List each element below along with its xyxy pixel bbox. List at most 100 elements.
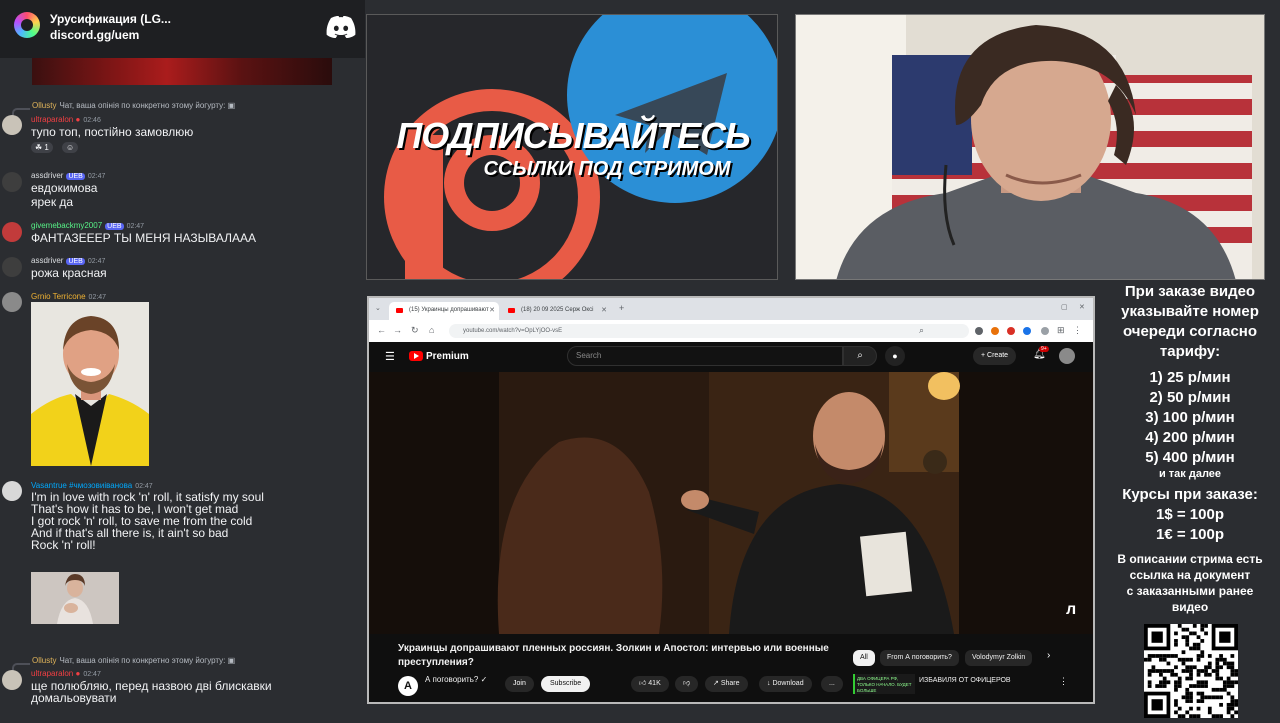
channel-avatar[interactable]: А <box>398 676 418 696</box>
reply-text: Чат, ваша опінія по конкретно этому йогу… <box>59 101 226 110</box>
timestamp: 02:47 <box>126 223 145 230</box>
puzzle-icon[interactable]: ⊞ <box>1057 325 1065 336</box>
message-line: ярек да <box>31 195 74 209</box>
promo-title: ПОДПИСЫВАЙТЕСЬ <box>396 115 750 156</box>
create-button[interactable]: + Create <box>973 347 1017 365</box>
tariff-line: 5) 400 р/мин <box>1145 449 1235 466</box>
tab-youtube-video[interactable]: (15) Украинцы допрашивают ✕ <box>389 302 499 320</box>
close-tab-icon[interactable]: ✕ <box>601 306 607 314</box>
channel-name[interactable]: А поговорить? ✓ <box>425 675 487 684</box>
window-close-icon[interactable]: ✕ <box>1079 303 1085 311</box>
account-avatar[interactable] <box>1059 348 1075 364</box>
close-tab-icon[interactable]: ✕ <box>489 306 495 314</box>
reply-preview[interactable]: Ollusty Чат, ваша опінія по конкретно это… <box>32 101 235 110</box>
username[interactable]: ultraparalon ● 02:46 <box>31 115 101 124</box>
reaction-count: 1 <box>44 143 49 152</box>
thumbs-down-icon: 👎︎ <box>683 680 691 687</box>
avatar[interactable] <box>2 481 22 501</box>
search-icon: ⌕ <box>857 350 863 361</box>
dislike-button[interactable]: 👎︎ <box>675 676 699 692</box>
video-player[interactable]: ᴫ <box>369 372 1093 634</box>
avatar[interactable] <box>2 670 22 690</box>
recommended-menu-icon[interactable]: ⋮ <box>1059 676 1068 687</box>
home-icon[interactable]: ⌂ <box>429 325 434 335</box>
youtube-logo-icon[interactable] <box>409 351 423 361</box>
profile-icon[interactable] <box>1041 327 1049 335</box>
address-bar: ← → ↻ ⌂ youtube.com/watch?v=OpLYjOO-vsE … <box>369 320 1093 342</box>
voice-search-button[interactable]: ● <box>885 346 905 366</box>
description-line: с заказанными ранее <box>1126 584 1254 598</box>
username[interactable]: assdriver UEB 02:47 <box>31 171 105 180</box>
recommended-thumbnail[interactable]: ДВА ОФИЦЕРА РФ, ТОЛЬКО НАЧАЛО. БУДЕТ БОЛ… <box>853 674 915 694</box>
qr-code-icon <box>1144 624 1238 718</box>
message-image[interactable] <box>31 572 119 624</box>
rate-line: 1$ = 100р <box>1156 506 1224 523</box>
avatar[interactable] <box>2 257 22 277</box>
message-text: ФАНТАЗЕЕЕР ТЫ МЕНЯ НАЗЫВАЛААА <box>31 231 257 245</box>
role-badge: UEB <box>105 223 124 230</box>
username[interactable]: givemebackmy2007 UEB 02:47 <box>31 221 144 230</box>
timestamp: 02:46 <box>83 117 101 124</box>
chip-all[interactable]: All <box>853 650 875 666</box>
extension-icon[interactable] <box>975 327 983 335</box>
thumbs-up-icon: 👍︎ <box>639 680 647 687</box>
recommended-title[interactable]: ИЗБАВИЛЯ ОТ ОФИЦЕРОВ <box>919 677 1011 684</box>
username[interactable]: Grnio Terricone 02:47 <box>31 292 106 301</box>
username[interactable]: ultraparalon ● 02:47 <box>31 669 101 678</box>
avatar[interactable] <box>2 115 22 135</box>
order-text-line: очереди согласно <box>1122 323 1258 340</box>
chip-volodymyr-zolkin[interactable]: Volodymyr Zolkin <box>965 650 1033 666</box>
extension-icon[interactable] <box>991 327 999 335</box>
search-input[interactable]: Search <box>567 346 843 366</box>
username[interactable]: Vasantrue #чмозовиіванова 02:47 <box>31 481 153 490</box>
username-text: ultraparalon <box>31 115 74 124</box>
download-button[interactable]: ↓ Download <box>759 676 812 692</box>
tariff-line: 1) 25 р/мин <box>1149 369 1231 386</box>
zoom-icon[interactable]: ⌕ <box>919 325 924 336</box>
share-button[interactable]: ↗ Share <box>705 676 748 692</box>
message-image[interactable] <box>31 302 149 466</box>
tariff-line: 4) 200 р/мин <box>1145 429 1235 446</box>
add-reaction-button[interactable]: ☺ <box>62 142 79 153</box>
tab-list-icon[interactable]: ⌄ <box>375 304 381 312</box>
reply-preview[interactable]: Ollusty Чат, ваша опінія по конкретно это… <box>32 656 235 665</box>
reload-icon[interactable]: ↻ <box>411 325 419 336</box>
forward-icon[interactable]: → <box>393 325 402 335</box>
reaction[interactable]: ☘ 1 <box>31 142 53 153</box>
message-image-strip[interactable] <box>32 58 332 85</box>
menu-kebab-icon[interactable]: ⋮ <box>1073 325 1082 336</box>
hamburger-menu-icon[interactable]: ☰ <box>385 350 395 363</box>
message-line: Rock 'n' roll! <box>31 538 96 552</box>
youtube-favicon-icon <box>396 308 403 313</box>
back-icon[interactable]: ← <box>377 325 386 335</box>
more-actions-button[interactable]: ... <box>821 676 843 692</box>
download-icon: ↓ <box>767 680 771 687</box>
new-tab-icon[interactable]: + <box>619 303 624 313</box>
username[interactable]: assdriver UEB 02:47 <box>31 256 105 265</box>
browser-window: ⌄ (15) Украинцы допрашивают ✕ (18) 20 09… <box>367 296 1095 704</box>
url-input[interactable]: youtube.com/watch?v=OpLYjOO-vsE <box>449 324 969 338</box>
invite-link[interactable]: discord.gg/uem <box>50 28 139 42</box>
search-button[interactable]: ⌕ <box>843 346 877 366</box>
description-line: ссылка на документ <box>1129 568 1251 582</box>
chevron-right-icon[interactable]: › <box>1047 650 1050 661</box>
username-text: Grnio Terricone <box>31 292 86 301</box>
extension-icon[interactable] <box>1023 327 1031 335</box>
tab-youtube-other[interactable]: (18) 20 09 2025 Серж Оксi ✕ <box>501 302 611 320</box>
avatar[interactable] <box>2 292 22 312</box>
avatar[interactable] <box>2 172 22 192</box>
chip-from-channel[interactable]: From А поговорить? <box>880 650 959 666</box>
username-text: Vasantrue #чмозовиіванова <box>31 481 133 490</box>
emoji-icon: ☘ <box>35 143 43 152</box>
create-label: Create <box>987 352 1009 359</box>
subscribe-button[interactable]: Subscribe <box>541 676 591 692</box>
description-line: видео <box>1171 600 1209 614</box>
avatar[interactable] <box>2 222 22 242</box>
like-button[interactable]: 👍︎ 41K <box>631 676 669 692</box>
minimize-icon[interactable]: ▢ <box>1061 303 1068 311</box>
youtube-brand[interactable]: Premium <box>426 351 469 362</box>
extension-icon[interactable] <box>1007 327 1015 335</box>
promo-subtitle: ССЫЛКИ ПОД СТРИМОМ <box>483 158 731 180</box>
join-button[interactable]: Join <box>505 676 534 692</box>
timestamp: 02:47 <box>87 173 106 180</box>
